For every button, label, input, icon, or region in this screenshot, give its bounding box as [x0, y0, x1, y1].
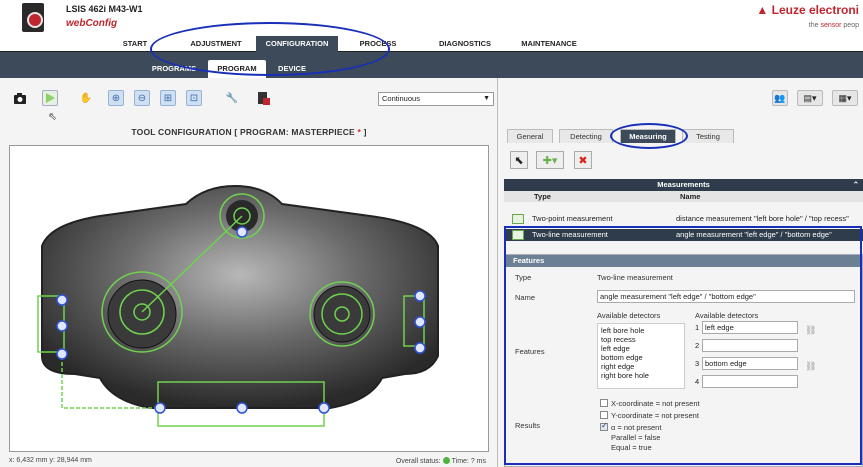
main-nav: START ADJUSTMENT CONFIGURATION PROCESS D…	[0, 36, 863, 52]
app-header: LSIS 462i M43-W1 webConfig ▲ Leuze elect…	[0, 0, 863, 36]
zoom-in-icon[interactable]: ⊕	[108, 90, 124, 106]
play-icon[interactable]	[42, 90, 58, 106]
mode-select[interactable]: Continuous ▼	[378, 92, 494, 106]
annotation-ellipse-tab	[610, 123, 688, 149]
layout-dropdown-icon[interactable]: ▤▾	[797, 90, 823, 106]
add-measurement-icon[interactable]: ✚▾	[536, 151, 564, 169]
tab-diagnostics[interactable]: DIAGNOSTICS	[430, 36, 500, 52]
annotation-highlight-box	[504, 226, 862, 465]
sub-nav: PROGRAMS PROGRAM DEVICE	[0, 52, 863, 78]
tab-maintenance[interactable]: MAINTENANCE	[508, 36, 590, 52]
tool-configuration-title: TOOL CONFIGURATION [ PROGRAM: MASTERPIEC…	[131, 127, 367, 137]
measurements-header: Measurements ⌃	[504, 179, 863, 191]
measurement-row[interactable]: Two-point measurement distance measureme…	[504, 213, 863, 225]
chart-dropdown-icon[interactable]: ▦▾	[832, 90, 858, 106]
two-point-icon	[512, 214, 524, 224]
zoom-area-icon[interactable]: ⊡	[186, 90, 202, 106]
device-logo	[22, 3, 44, 32]
camera-icon[interactable]	[12, 90, 28, 106]
zoom-fit-icon[interactable]: ⊞	[160, 90, 176, 106]
device-title: LSIS 462i M43-W1	[66, 4, 143, 14]
pointer-cursor-icon: ⇖	[48, 111, 58, 123]
app-subtitle: webConfig	[66, 18, 118, 29]
users-icon[interactable]: 👥	[772, 90, 788, 106]
save-icon[interactable]	[256, 90, 272, 106]
tab-general[interactable]: General	[507, 129, 553, 143]
hand-icon[interactable]: ✋	[78, 90, 94, 106]
annotation-ellipse-nav	[150, 22, 390, 76]
cursor-coordinates: x: 6,432 mm y: 28,944 mm	[9, 457, 92, 464]
tab-testing[interactable]: Testing	[682, 129, 734, 143]
image-canvas[interactable]	[9, 145, 489, 452]
brand-logo: ▲ Leuze electroni	[756, 3, 859, 17]
tab-detecting[interactable]: Detecting	[559, 129, 613, 143]
status-bar: x: 6,432 mm y: 28,944 mm Overall status:…	[0, 456, 498, 467]
overall-status: Overall status: Time: ? ms	[395, 457, 486, 465]
select-pointer-icon[interactable]: ⬉	[510, 151, 528, 169]
collapse-icon[interactable]: ⌃	[853, 179, 859, 191]
status-ok-icon	[442, 457, 450, 464]
brand-tagline: the sensor peop	[808, 22, 859, 29]
measurements-columns: Type Name	[504, 191, 863, 202]
zoom-out-icon[interactable]: ⊖	[134, 90, 150, 106]
wrench-icon[interactable]: 🔧	[224, 90, 240, 106]
delete-icon[interactable]: ✖	[574, 151, 592, 169]
